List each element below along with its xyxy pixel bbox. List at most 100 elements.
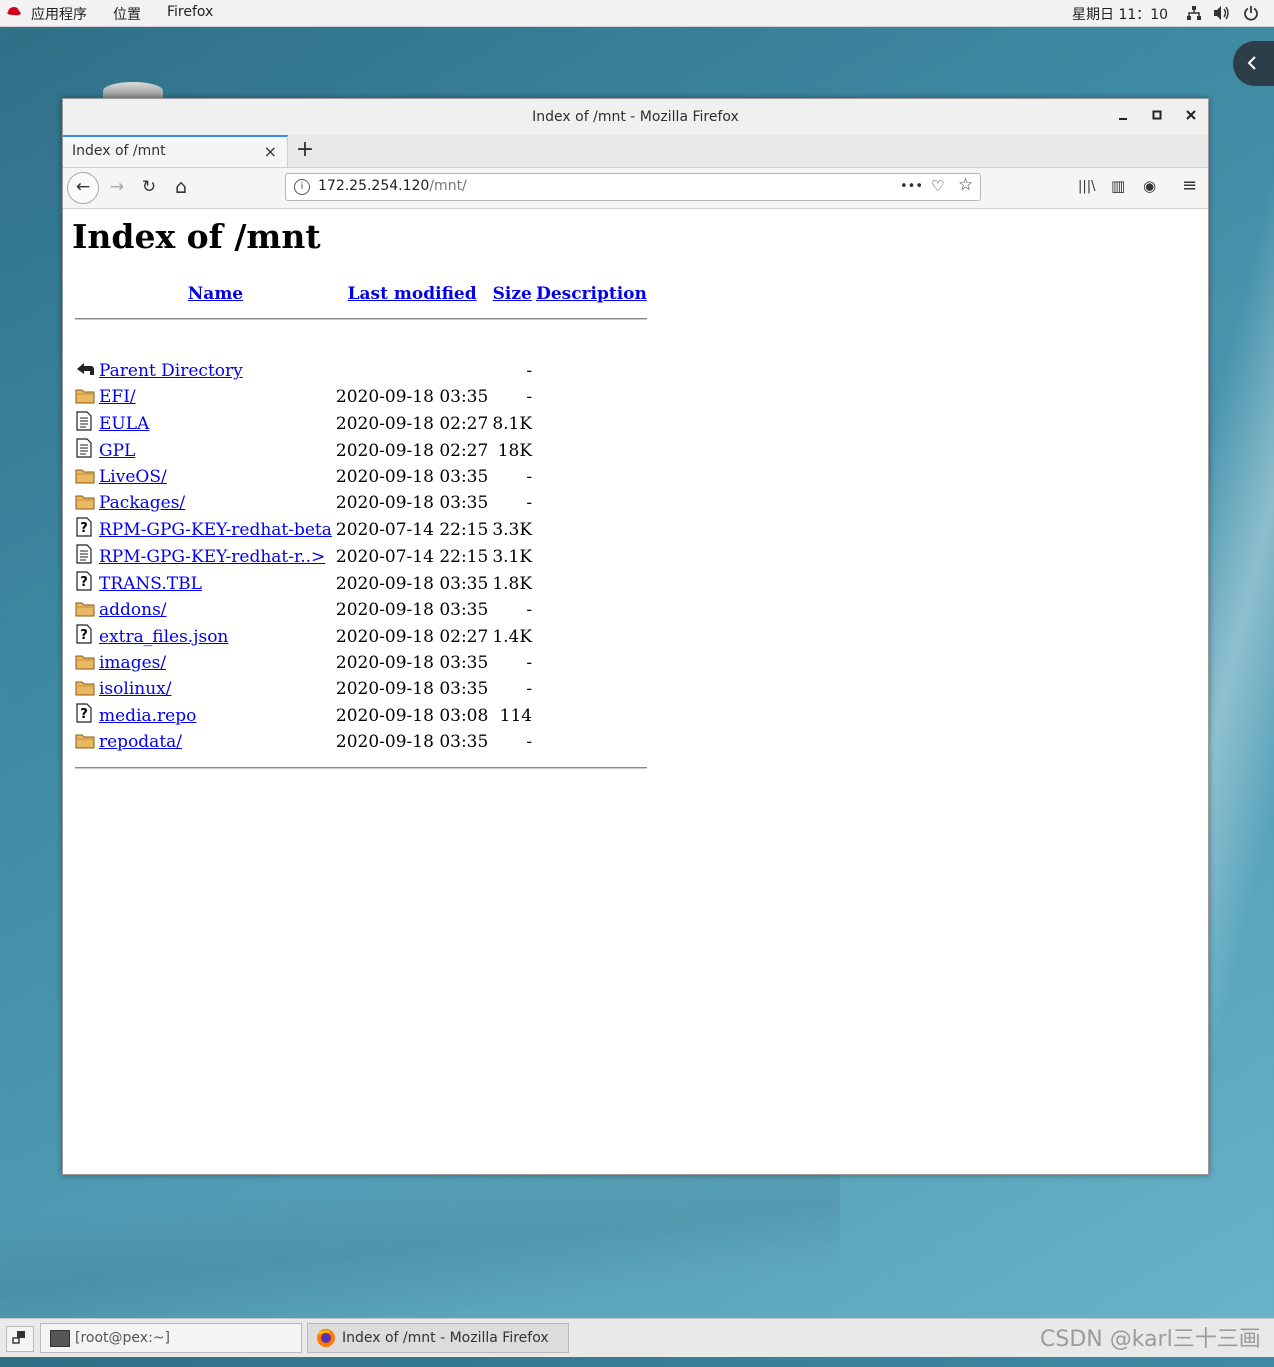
- entry-link[interactable]: isolinux/: [99, 679, 171, 699]
- url-bar[interactable]: i 172.25.254.120/mnt/ ••• ♡ ☆: [285, 173, 981, 201]
- entry-link[interactable]: addons/: [99, 600, 167, 620]
- entry-size: 8.1K: [492, 413, 533, 434]
- entry-description: [535, 465, 648, 489]
- entry-size: 1.8K: [492, 573, 533, 594]
- table-row: ? RPM-GPG-KEY-redhat-beta 2020-07-14 22:15…: [74, 517, 648, 542]
- entry-name-cell: addons/: [98, 598, 333, 622]
- page-heading: Index of /mnt: [72, 217, 321, 256]
- sidebar-icon[interactable]: ▥: [1111, 177, 1125, 195]
- entry-link[interactable]: EFI/: [99, 387, 136, 407]
- window-title: Index of /mnt - Mozilla Firefox: [532, 109, 739, 125]
- site-info-icon[interactable]: i: [294, 179, 310, 195]
- applications-menu[interactable]: 应用程序: [31, 4, 87, 24]
- entry-description: [535, 544, 648, 569]
- text-file-icon: [74, 438, 96, 463]
- entry-description: [535, 651, 648, 675]
- folder-icon: [74, 385, 96, 409]
- clock[interactable]: 星期日 11：10: [1072, 4, 1168, 24]
- close-window-button[interactable]: [1182, 108, 1200, 126]
- directory-listing: Name Last modified Size Description Pare…: [72, 281, 650, 782]
- entry-description: [535, 411, 648, 436]
- network-icon[interactable]: [1186, 5, 1202, 25]
- entry-modified: 2020-09-18 03:35: [335, 387, 489, 407]
- entry-link[interactable]: EULA: [99, 414, 149, 434]
- power-icon[interactable]: [1243, 5, 1259, 25]
- bookmark-star-icon[interactable]: ☆: [958, 175, 973, 195]
- entry-name-cell: Packages/: [98, 491, 333, 515]
- entry-link[interactable]: LiveOS/: [99, 467, 167, 487]
- volume-icon[interactable]: [1213, 5, 1231, 25]
- account-icon[interactable]: ◉: [1143, 177, 1156, 195]
- notification-handle[interactable]: [1233, 41, 1274, 86]
- entry-description: [535, 517, 648, 542]
- folder-icon: [74, 651, 96, 675]
- table-row: EULA 2020-09-18 02:27 8.1K: [74, 411, 648, 436]
- svg-text:?: ?: [80, 707, 88, 722]
- table-row: ? TRANS.TBL 2020-09-18 03:35 1.8K: [74, 571, 648, 596]
- entry-link[interactable]: RPM-GPG-KEY-redhat-beta: [99, 520, 332, 540]
- url-path: /mnt/: [429, 178, 467, 194]
- unknown-file-icon: ?: [74, 571, 96, 596]
- entry-link[interactable]: GPL: [99, 441, 135, 461]
- hamburger-menu-icon[interactable]: ≡: [1182, 175, 1197, 196]
- redhat-logo-icon[interactable]: [6, 5, 22, 17]
- entry-description: [535, 624, 648, 649]
- sort-by-size-link[interactable]: Size: [493, 284, 532, 304]
- pocket-icon[interactable]: ♡: [931, 177, 944, 195]
- page-actions-icon[interactable]: •••: [900, 179, 923, 194]
- entry-name-cell: repodata/: [98, 730, 333, 754]
- window-titlebar[interactable]: Index of /mnt - Mozilla Firefox: [63, 99, 1208, 136]
- entry-modified: 2020-09-18 03:35: [335, 467, 489, 487]
- header-modified: Last modified: [335, 283, 489, 305]
- folder-icon: [74, 465, 96, 489]
- taskbar-terminal[interactable]: [root@pex:~]: [40, 1323, 302, 1353]
- table-row: isolinux/2020-09-18 03:35 -: [74, 677, 648, 701]
- tab-strip: Index of /mnt × +: [63, 135, 1208, 168]
- home-button[interactable]: ⌂: [167, 172, 195, 202]
- entry-link[interactable]: RPM-GPG-KEY-redhat-r..>: [99, 547, 325, 567]
- table-row: Packages/2020-09-18 03:35 -: [74, 491, 648, 515]
- entry-description: [535, 571, 648, 596]
- sort-by-description-link[interactable]: Description: [536, 284, 647, 304]
- close-tab-icon[interactable]: ×: [264, 142, 277, 161]
- back-button[interactable]: ←: [67, 172, 99, 204]
- entry-size: 114: [499, 705, 533, 726]
- entry-size: -: [526, 467, 533, 487]
- header-icon-cell: [74, 283, 96, 305]
- entry-modified: 2020-09-18 02:27: [335, 626, 489, 647]
- entry-name-cell: TRANS.TBL: [98, 571, 333, 596]
- places-menu[interactable]: 位置: [113, 4, 141, 24]
- tab-index-of-mnt[interactable]: Index of /mnt ×: [63, 135, 288, 167]
- entry-link[interactable]: Packages/: [99, 493, 185, 513]
- entry-link[interactable]: media.repo: [99, 706, 196, 726]
- table-row: RPM-GPG-KEY-redhat-r..> 2020-07-14 22:15 3…: [74, 544, 648, 569]
- folder-icon: [74, 491, 96, 515]
- entry-link[interactable]: repodata/: [99, 732, 182, 752]
- entry-name-cell: isolinux/: [98, 677, 333, 701]
- svg-text:?: ?: [80, 521, 88, 536]
- sort-by-name-link[interactable]: Name: [188, 284, 243, 304]
- active-app-menu[interactable]: Firefox: [167, 4, 213, 20]
- entry-size: -: [526, 653, 533, 673]
- table-row: ? extra_files.json 2020-09-18 02:27 1.4K: [74, 624, 648, 649]
- reload-button[interactable]: ↻: [135, 172, 163, 202]
- new-tab-button[interactable]: +: [295, 137, 315, 162]
- show-desktop-icon[interactable]: [6, 1326, 34, 1352]
- url-text[interactable]: 172.25.254.120/mnt/: [318, 178, 467, 194]
- entry-modified: 2020-09-18 03:08: [335, 705, 489, 726]
- maximize-button[interactable]: [1148, 108, 1166, 126]
- header-divider: [74, 307, 648, 331]
- forward-button[interactable]: →: [103, 172, 131, 202]
- library-icon[interactable]: |||\: [1078, 179, 1096, 194]
- taskbar-terminal-label: [root@pex:~]: [75, 1330, 170, 1346]
- minimize-button[interactable]: [1114, 108, 1132, 126]
- entry-link[interactable]: images/: [99, 653, 166, 673]
- entry-link[interactable]: Parent Directory: [99, 361, 243, 381]
- table-row: GPL 2020-09-18 02:27 18K: [74, 438, 648, 463]
- svg-text:?: ?: [80, 628, 88, 643]
- taskbar-firefox[interactable]: Index of /mnt - Mozilla Firefox: [307, 1323, 569, 1353]
- entry-link[interactable]: TRANS.TBL: [99, 574, 202, 594]
- sort-by-modified-link[interactable]: Last modified: [348, 284, 477, 304]
- listing-rows: Parent Directory - EFI/2020-09-18 03:35 - EU…: [74, 359, 648, 754]
- entry-link[interactable]: extra_files.json: [99, 627, 228, 647]
